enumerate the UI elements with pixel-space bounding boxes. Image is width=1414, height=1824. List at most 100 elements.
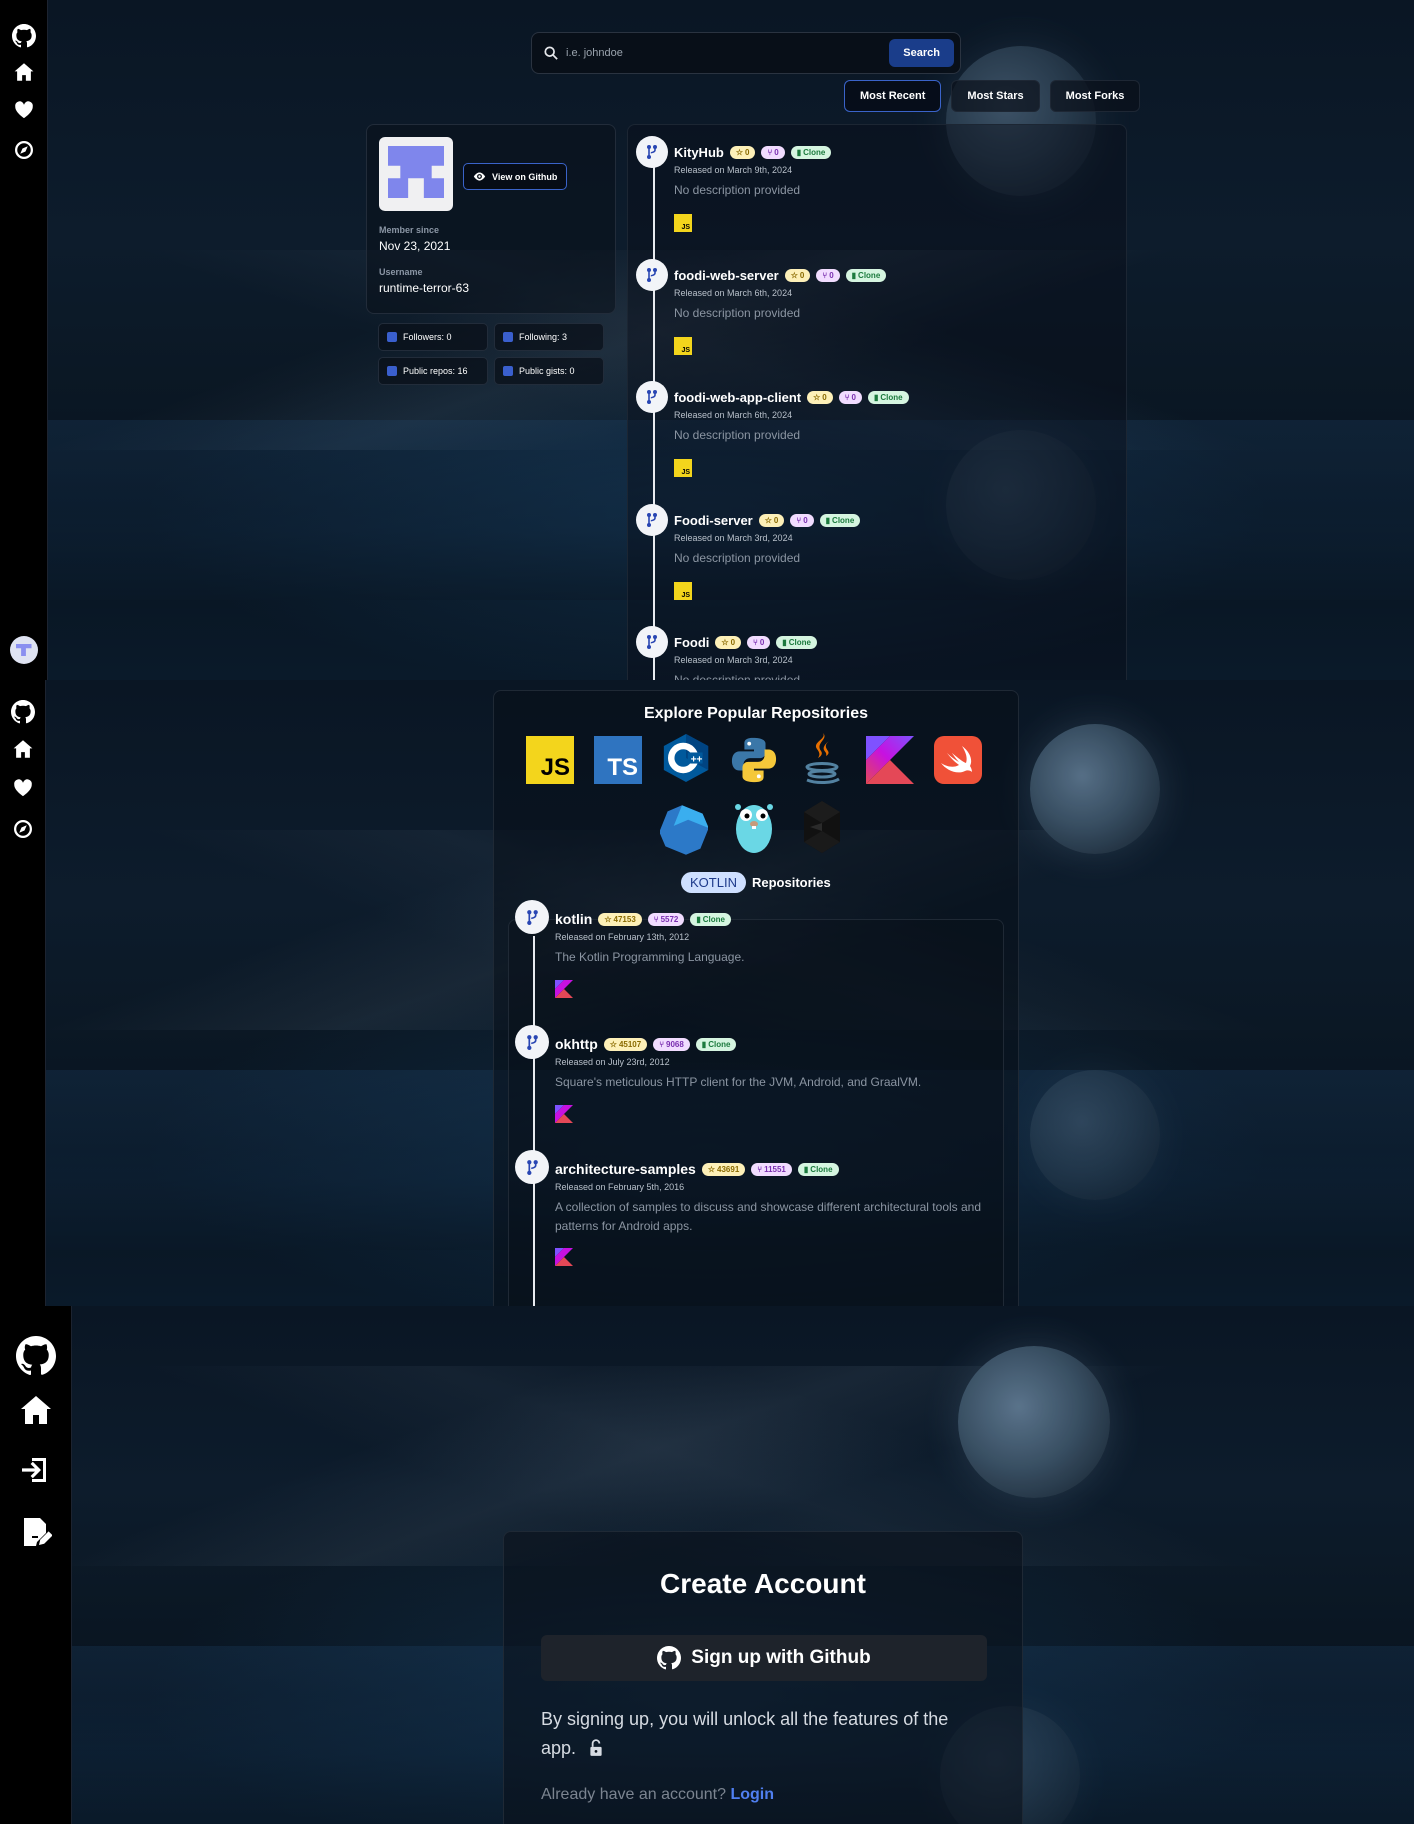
profile-view-screen: Search Most Recent Most Stars Most Forks…	[0, 0, 1414, 680]
heart-icon[interactable]	[14, 100, 34, 120]
repo-fork-icon	[636, 136, 668, 168]
member-since-value: Nov 23, 2021	[379, 239, 451, 253]
repo-name[interactable]: kotlin	[555, 911, 592, 927]
release-date: Released on March 9th, 2024	[674, 165, 793, 175]
selected-language-badge[interactable]: KOTLIN	[681, 872, 746, 893]
clone-button[interactable]: ▮ Clone	[845, 268, 887, 282]
repo-name[interactable]: Foodi-server	[674, 513, 753, 528]
repo-description: Square's meticulous HTTP client for the …	[555, 1075, 922, 1089]
repo-description: No description provided	[674, 673, 801, 680]
user-icon	[503, 332, 513, 342]
repo-description: The Kotlin Programming Language.	[555, 950, 745, 964]
clone-button[interactable]: ▮ Clone	[790, 146, 832, 159]
tab-most-forks[interactable]: Most Forks	[1049, 80, 1141, 112]
profile-avatar	[379, 137, 453, 211]
go-icon[interactable]	[730, 803, 778, 853]
clone-button[interactable]: ▮ Clone	[695, 1037, 737, 1051]
repo-name[interactable]: architecture-samples	[555, 1161, 696, 1177]
javascript-icon[interactable]: JS	[526, 736, 574, 784]
star-icon: ☆	[790, 270, 798, 280]
moon-image	[1030, 724, 1160, 854]
swift-icon[interactable]	[934, 736, 982, 784]
tab-most-stars[interactable]: Most Stars	[951, 80, 1040, 112]
github-icon[interactable]	[15, 1336, 56, 1376]
typescript-icon[interactable]: TS	[594, 736, 642, 784]
repo-description: No description provided	[674, 550, 801, 565]
login-prompt: Already have an account? Login	[541, 1786, 775, 1803]
home-icon[interactable]	[20, 1394, 52, 1426]
home-icon[interactable]	[13, 739, 33, 759]
user-icon	[387, 332, 397, 342]
view-on-github-button[interactable]: View on Github	[463, 163, 568, 190]
release-date: Released on March 6th, 2024	[674, 287, 793, 298]
heart-icon[interactable]	[13, 778, 33, 798]
clone-button[interactable]: ▮ Clone	[797, 1162, 839, 1176]
signup-edit-icon[interactable]	[20, 1516, 52, 1548]
fork-icon: ⑂	[659, 1039, 664, 1049]
following-stat: Following: 3	[494, 323, 604, 351]
release-date: Released on March 3rd, 2024	[674, 532, 793, 543]
search-bar: Search	[531, 32, 961, 74]
clone-button[interactable]: ▮ Clone	[776, 636, 817, 649]
book-icon	[387, 366, 397, 376]
star-count-badge: ☆ 0	[715, 636, 742, 649]
compass-icon[interactable]	[14, 140, 34, 160]
fork-icon: ⑂	[767, 148, 773, 157]
user-avatar[interactable]	[9, 636, 38, 664]
repo-name[interactable]: foodi-web-server	[674, 268, 779, 283]
copy-icon: ▮	[825, 515, 831, 525]
search-icon	[544, 46, 558, 60]
search-input[interactable]	[566, 47, 890, 59]
login-icon[interactable]	[20, 1454, 52, 1486]
signup-screen: Create Account Sign up with Github By si…	[0, 1306, 1414, 1824]
repo-fork-icon	[515, 1025, 549, 1059]
clone-button[interactable]: ▮ Clone	[819, 513, 861, 527]
javascript-icon: JS	[674, 214, 692, 232]
copy-icon: ▮	[701, 1039, 707, 1049]
repo-name[interactable]: okhttp	[555, 1036, 598, 1052]
star-count-badge: ☆ 0	[758, 513, 785, 527]
star-icon: ☆	[764, 515, 772, 525]
fork-count-badge: ⑂ 11551	[751, 1162, 792, 1176]
repo-fork-icon	[636, 626, 668, 658]
javascript-icon: JS	[674, 336, 692, 355]
public-gists-stat: Public gists: 0	[494, 357, 604, 385]
repo-name[interactable]: foodi-web-app-client	[674, 390, 801, 405]
clone-button[interactable]: ▮ Clone	[690, 912, 732, 926]
copy-icon: ▮	[696, 914, 701, 924]
fork-icon: ⑂	[653, 914, 659, 924]
star-count-badge: ☆ 0	[807, 391, 833, 404]
tab-most-recent[interactable]: Most Recent	[844, 80, 942, 112]
repo-name[interactable]: KityHub	[674, 145, 724, 160]
fork-icon: ⑂	[753, 638, 758, 647]
java-icon[interactable]	[799, 733, 847, 784]
csharp-icon[interactable]	[798, 801, 846, 853]
repo-description: No description provided	[674, 428, 801, 442]
repo-description: A collection of samples to discuss and s…	[555, 1200, 982, 1233]
compass-icon[interactable]	[13, 819, 33, 839]
repo-fork-icon	[636, 381, 668, 413]
cpp-icon[interactable]: ++	[662, 734, 710, 782]
python-icon[interactable]	[730, 736, 778, 784]
home-icon[interactable]	[14, 62, 34, 82]
repo-name[interactable]: Foodi	[674, 635, 709, 650]
signup-github-button[interactable]: Sign up with Github	[541, 1635, 987, 1681]
popular-repo-list	[508, 919, 1004, 1306]
github-icon[interactable]	[11, 24, 36, 48]
sidebar	[0, 0, 48, 680]
clone-button[interactable]: ▮ Clone	[868, 391, 909, 404]
search-button[interactable]: Search	[889, 39, 954, 67]
fork-count-badge: ⑂ 0	[761, 146, 785, 159]
svg-text:++: ++	[691, 755, 703, 766]
repo-fork-icon	[515, 900, 549, 934]
fork-count-badge: ⑂ 0	[747, 636, 771, 649]
login-link[interactable]: Login	[730, 1786, 774, 1803]
explore-screen: Explore Popular Repositories JS TS ++ KO…	[0, 680, 1414, 1306]
fork-icon: ⑂	[844, 393, 850, 402]
star-count-badge: ☆ 0	[784, 268, 811, 282]
dart-icon[interactable]	[660, 805, 708, 855]
sidebar	[0, 680, 46, 1306]
kotlin-icon[interactable]	[866, 736, 914, 784]
kotlin-icon	[555, 980, 573, 998]
github-icon[interactable]	[10, 700, 35, 724]
